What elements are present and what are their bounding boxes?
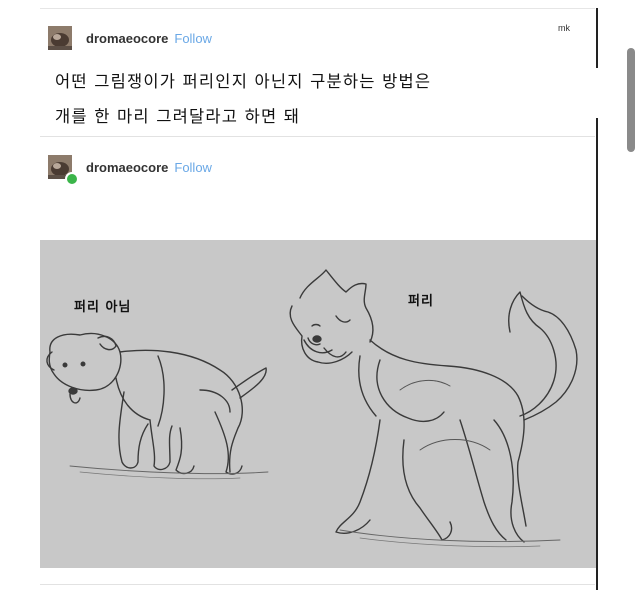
post-card: dromaeocore Follow 어떤 그림쟁이가 퍼리인지 아닌지 구분하…	[40, 8, 600, 590]
username[interactable]: dromaeocore	[86, 160, 168, 175]
divider	[596, 118, 598, 590]
watermark: mk	[558, 23, 570, 33]
follow-button[interactable]: Follow	[174, 31, 212, 46]
simple-dog-drawing	[46, 332, 269, 480]
post-text-line: 개를 한 마리 그려달라고 하면 돼	[55, 107, 301, 126]
fluffy-dog-drawing	[289, 269, 578, 548]
scrollbar[interactable]	[627, 48, 635, 152]
divider	[596, 8, 598, 68]
post-image: 퍼리 아님 퍼리	[40, 240, 596, 568]
follow-button[interactable]: Follow	[174, 160, 212, 175]
avatar-image-icon	[48, 26, 72, 50]
online-status-icon	[65, 172, 79, 186]
dog-sketch-illustration	[46, 269, 578, 548]
divider	[40, 584, 595, 585]
divider	[40, 136, 595, 137]
post-byline: dromaeocore Follow	[48, 26, 212, 50]
post-text-line: 어떤 그림쟁이가 퍼리인지 아닌지 구분하는 방법은	[55, 72, 432, 91]
username[interactable]: dromaeocore	[86, 31, 168, 46]
divider	[40, 8, 595, 9]
avatar[interactable]	[48, 26, 72, 50]
